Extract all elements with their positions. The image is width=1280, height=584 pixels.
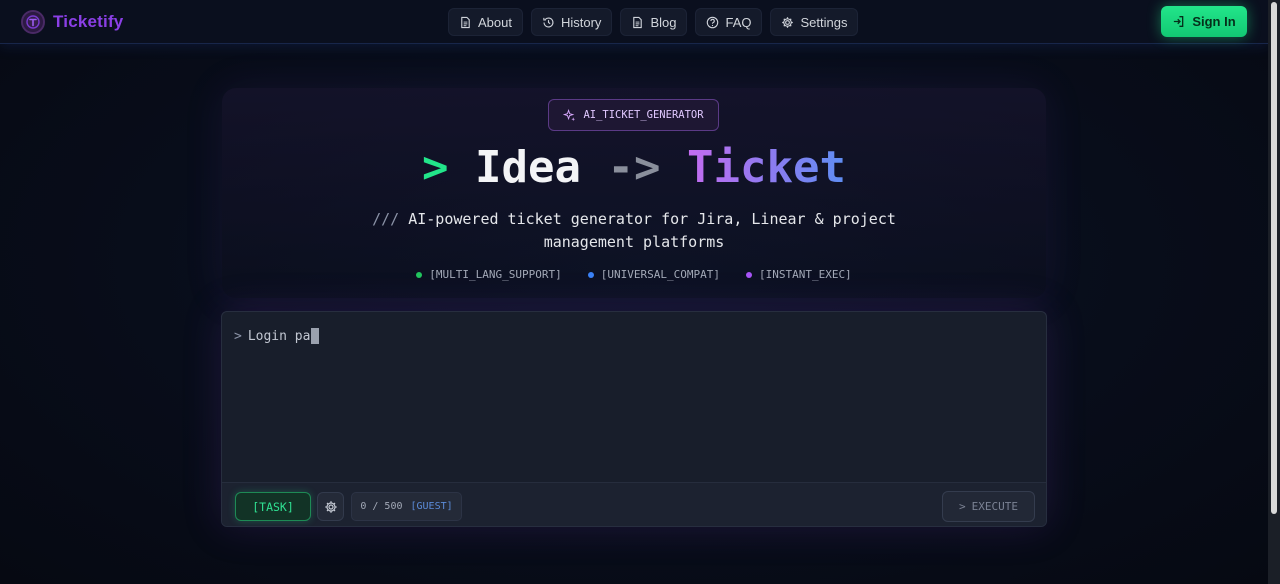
- help-circle-icon: [707, 16, 719, 28]
- prompt-symbol: >: [234, 328, 242, 344]
- feature-label: [UNIVERSAL_COMPAT]: [600, 268, 720, 281]
- headline-ticket: Ticket: [687, 142, 846, 193]
- page: Ticketify About History Blog FAQ Setting…: [0, 0, 1280, 584]
- nav-blog[interactable]: Blog: [620, 8, 688, 36]
- gear-icon: [782, 16, 794, 28]
- task-type-button[interactable]: [TASK]: [235, 492, 311, 521]
- ai-ticket-generator-badge: AI_TICKET_GENERATOR: [548, 99, 719, 131]
- badge-label: AI_TICKET_GENERATOR: [583, 109, 704, 121]
- feature-list: [MULTI_LANG_SUPPORT] [UNIVERSAL_COMPAT] …: [0, 268, 1268, 281]
- status-dot: [416, 271, 423, 278]
- headline-prompt: >: [422, 142, 449, 193]
- headline-arrow: ->: [607, 142, 661, 193]
- headline-idea: Idea: [475, 142, 582, 193]
- prompt-input-value: Login pa: [247, 328, 311, 344]
- prompt-editor[interactable]: > Login pa [TASK] 0 / 500 [GUEST] > EXEC…: [221, 311, 1047, 527]
- subtitle-prefix: ///: [372, 210, 400, 228]
- execute-label: EXECUTE: [971, 500, 1018, 513]
- main-nav: About History Blog FAQ Settings: [448, 8, 859, 36]
- nav-about[interactable]: About: [448, 8, 523, 36]
- sign-in-label: Sign In: [1192, 14, 1236, 29]
- sparkles-icon: [563, 108, 576, 121]
- execute-symbol: >: [959, 500, 966, 513]
- nav-settings-label: Settings: [800, 14, 848, 30]
- guest-badge: [GUEST]: [410, 501, 453, 512]
- nav-about-label: About: [478, 14, 512, 30]
- sign-in-icon: [1174, 16, 1184, 27]
- character-counter: 0 / 500 [GUEST]: [351, 492, 462, 521]
- sign-in-button[interactable]: Sign In: [1161, 6, 1247, 37]
- feature-item: [INSTANT_EXEC]: [745, 268, 852, 281]
- gear-icon: [324, 500, 337, 513]
- nav-blog-label: Blog: [650, 14, 677, 30]
- status-dot: [587, 271, 594, 278]
- nav-history[interactable]: History: [530, 8, 613, 36]
- counter-value: 0 / 500: [360, 501, 403, 512]
- feature-label: [MULTI_LANG_SUPPORT]: [429, 268, 562, 281]
- editor-settings-button[interactable]: [317, 492, 344, 521]
- subtitle-text: AI-powered ticket generator for Jira, Li…: [408, 210, 896, 251]
- nav-faq[interactable]: FAQ: [695, 8, 763, 36]
- page-title: > Idea -> Ticket: [0, 142, 1268, 193]
- brand-name: Ticketify: [53, 12, 124, 31]
- page-scrollbar[interactable]: [1268, 0, 1280, 584]
- nav-history-label: History: [560, 14, 602, 30]
- status-dot: [745, 271, 752, 278]
- execute-button[interactable]: > EXECUTE: [942, 491, 1035, 522]
- prompt-input[interactable]: > Login pa: [234, 328, 320, 344]
- feature-item: [UNIVERSAL_COMPAT]: [587, 268, 720, 281]
- history-icon: [543, 16, 554, 27]
- nav-settings[interactable]: Settings: [770, 8, 859, 36]
- brand[interactable]: Ticketify: [21, 10, 123, 34]
- nav-faq-label: FAQ: [725, 14, 752, 30]
- editor-toolbar: [TASK] 0 / 500 [GUEST] > EXECUTE: [222, 482, 1046, 526]
- document-icon: [461, 16, 470, 28]
- scrollbar-thumb[interactable]: [1271, 2, 1277, 514]
- page-subtitle: /// AI-powered ticket generator for Jira…: [360, 208, 908, 254]
- text-caret: [311, 328, 320, 344]
- document-icon: [633, 16, 643, 28]
- top-navbar: Ticketify About History Blog FAQ Setting…: [0, 0, 1268, 44]
- feature-label: [INSTANT_EXEC]: [758, 268, 852, 281]
- feature-item: [MULTI_LANG_SUPPORT]: [416, 268, 562, 281]
- ticketify-logo-icon: [21, 10, 45, 34]
